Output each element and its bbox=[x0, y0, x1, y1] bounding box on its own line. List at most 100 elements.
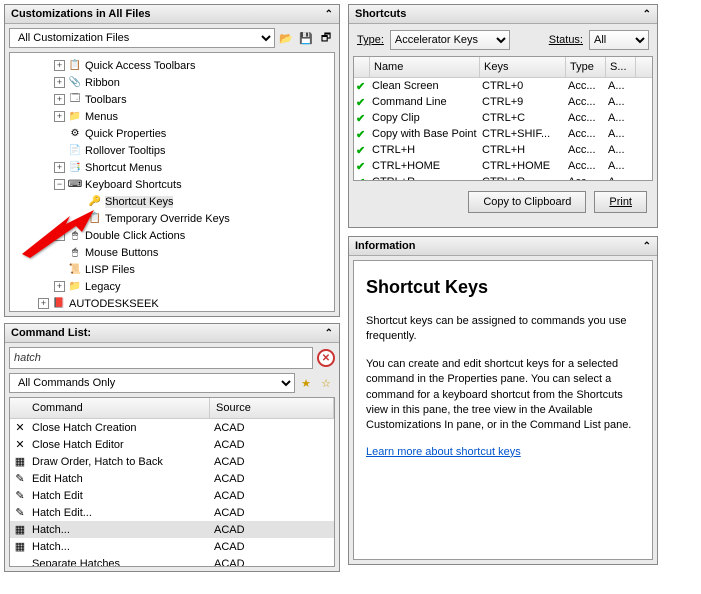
shortcut-row[interactable]: ✔Copy ClipCTRL+CAcc...A... bbox=[354, 110, 652, 126]
collapse-icon[interactable]: ⌃ bbox=[325, 9, 333, 20]
tree-label: LISP Files bbox=[85, 264, 135, 276]
copy-clipboard-button[interactable]: Copy to Clipboard bbox=[468, 191, 586, 213]
tree-item[interactable]: +📁Menus bbox=[10, 108, 334, 125]
shortcut-row[interactable]: ✔Command LineCTRL+9Acc...A... bbox=[354, 94, 652, 110]
tree-item[interactable]: 📜LISP Files bbox=[10, 261, 334, 278]
command-row[interactable]: ✎Hatch EditACAD bbox=[10, 487, 334, 504]
customizations-title: Customizations in All Files bbox=[11, 8, 151, 20]
expand-icon[interactable]: − bbox=[54, 179, 65, 190]
tree-item[interactable]: +🖱Double Click Actions bbox=[10, 227, 334, 244]
shortcuts-table[interactable]: Name Keys Type S... ✔Clean ScreenCTRL+0A… bbox=[353, 56, 653, 181]
command-row[interactable]: ▦Draw Order, Hatch to BackACAD bbox=[10, 453, 334, 470]
command-row[interactable]: ✕Close Hatch CreationACAD bbox=[10, 419, 334, 436]
sc-type: Acc... bbox=[566, 96, 606, 108]
save-icon[interactable]: 💾 bbox=[297, 29, 315, 47]
shortcut-row[interactable]: ✔CTRL+HCTRL+HAcc...A... bbox=[354, 142, 652, 158]
expand-icon[interactable]: + bbox=[38, 298, 49, 309]
open-icon[interactable]: 📂 bbox=[277, 29, 295, 47]
sc-name: CTRL+H bbox=[370, 144, 480, 156]
sc-name: Command Line bbox=[370, 96, 480, 108]
customization-tree[interactable]: +📋Quick Access Toolbars+📎Ribbon+🗔Toolbar… bbox=[9, 52, 335, 312]
customizations-panel: Customizations in All Files ⌃ All Custom… bbox=[4, 4, 340, 317]
tree-item[interactable]: 🔑Shortcut Keys bbox=[10, 193, 334, 210]
tree-label: Quick Access Toolbars bbox=[85, 60, 195, 72]
favorite-icon[interactable]: ★ bbox=[297, 374, 315, 392]
expand-icon[interactable]: + bbox=[54, 94, 65, 105]
tree-item[interactable]: +🗔Toolbars bbox=[10, 91, 334, 108]
status-dropdown[interactable]: All bbox=[589, 30, 649, 50]
type-dropdown[interactable]: Accelerator Keys bbox=[390, 30, 510, 50]
col-command[interactable]: Command bbox=[10, 398, 210, 418]
expand-icon[interactable]: + bbox=[54, 77, 65, 88]
tree-label: Keyboard Shortcuts bbox=[85, 179, 182, 191]
search-input[interactable] bbox=[9, 347, 313, 369]
tree-label: Temporary Override Keys bbox=[105, 213, 230, 225]
command-row[interactable]: ▦Hatch...ACAD bbox=[10, 538, 334, 555]
tree-item[interactable]: +📁Legacy bbox=[10, 278, 334, 295]
cmd-source: ACAD bbox=[210, 456, 334, 468]
cmd-name: Draw Order, Hatch to Back bbox=[30, 456, 210, 468]
command-row[interactable]: Separate HatchesACAD bbox=[10, 555, 334, 567]
expand-icon[interactable]: + bbox=[54, 111, 65, 122]
shortcut-row[interactable]: ✔Copy with Base PointCTRL+SHIF...Acc...A… bbox=[354, 126, 652, 142]
clear-search-icon[interactable]: ✕ bbox=[317, 349, 335, 367]
expand-icon[interactable]: + bbox=[54, 162, 65, 173]
customizations-header: Customizations in All Files ⌃ bbox=[5, 5, 339, 24]
tree-item[interactable]: +📋Quick Access Toolbars bbox=[10, 57, 334, 74]
tree-item[interactable]: ⚙Quick Properties bbox=[10, 125, 334, 142]
command-table[interactable]: Command Source ✕Close Hatch CreationACAD… bbox=[9, 397, 335, 567]
cmd-icon: ✎ bbox=[10, 506, 30, 519]
shortcuts-table-header[interactable]: Name Keys Type S... bbox=[354, 57, 652, 78]
shortcut-row[interactable]: ✔CTRL+HOMECTRL+HOMEAcc...A... bbox=[354, 158, 652, 174]
sc-type: Acc... bbox=[566, 144, 606, 156]
learn-more-link[interactable]: Learn more about shortcut keys bbox=[366, 446, 521, 458]
shortcuts-header: Shortcuts ⌃ bbox=[349, 5, 657, 24]
command-row[interactable]: ✎Edit HatchACAD bbox=[10, 470, 334, 487]
collapse-icon[interactable]: ⌃ bbox=[643, 241, 651, 252]
tree-item[interactable]: 📄Rollover Tooltips bbox=[10, 142, 334, 159]
expand-icon[interactable]: + bbox=[54, 281, 65, 292]
col-name[interactable]: Name bbox=[370, 57, 480, 77]
col-type[interactable]: Type bbox=[566, 57, 606, 77]
cmd-name: Edit Hatch bbox=[30, 473, 210, 485]
command-table-header[interactable]: Command Source bbox=[10, 398, 334, 419]
command-row[interactable]: ▦Hatch...ACAD bbox=[10, 521, 334, 538]
sc-src: A... bbox=[606, 112, 636, 124]
customization-files-dropdown[interactable]: All Customization Files bbox=[9, 28, 275, 48]
collapse-icon[interactable]: ⌃ bbox=[643, 9, 651, 20]
print-button[interactable]: Print bbox=[594, 191, 647, 213]
shortcuts-title: Shortcuts bbox=[355, 8, 406, 20]
tree-item[interactable]: 📋Temporary Override Keys bbox=[10, 210, 334, 227]
command-filter-dropdown[interactable]: All Commands Only bbox=[9, 373, 295, 393]
col-source[interactable]: S... bbox=[606, 57, 636, 77]
tree-item[interactable]: +📕AUTODESKSEEK bbox=[10, 295, 334, 312]
tree-label: AUTODESKSEEK bbox=[69, 298, 159, 310]
cmd-source: ACAD bbox=[210, 558, 334, 568]
tree-icon: 📕 bbox=[52, 297, 66, 311]
panels-icon[interactable]: 🗗 bbox=[317, 29, 335, 47]
sc-name: Clean Screen bbox=[370, 80, 480, 92]
cmd-icon: ✎ bbox=[10, 489, 30, 502]
type-label: Type: bbox=[357, 34, 384, 46]
collapse-icon[interactable]: ⌃ bbox=[325, 328, 333, 339]
new-favorite-icon[interactable]: ☆ bbox=[317, 374, 335, 392]
shortcut-row[interactable]: ✔CTRL+RCTRL+RAcc...A... bbox=[354, 174, 652, 181]
cmd-icon: ✎ bbox=[10, 472, 30, 485]
tree-item[interactable]: 🖱Mouse Buttons bbox=[10, 244, 334, 261]
command-row[interactable]: ✎Hatch Edit...ACAD bbox=[10, 504, 334, 521]
sc-src: A... bbox=[606, 160, 636, 172]
col-keys[interactable]: Keys bbox=[480, 57, 566, 77]
tree-icon: ⚙ bbox=[68, 127, 82, 141]
cmd-name: Hatch Edit... bbox=[30, 507, 210, 519]
command-list-header: Command List: ⌃ bbox=[5, 324, 339, 343]
tree-item[interactable]: −⌨Keyboard Shortcuts bbox=[10, 176, 334, 193]
info-paragraph: You can create and edit shortcut keys fo… bbox=[366, 357, 640, 434]
tree-item[interactable]: +📎Ribbon bbox=[10, 74, 334, 91]
tree-item[interactable]: +📑Shortcut Menus bbox=[10, 159, 334, 176]
expand-icon[interactable]: + bbox=[54, 60, 65, 71]
col-source[interactable]: Source bbox=[210, 398, 334, 418]
tree-icon: 📎 bbox=[68, 76, 82, 90]
expand-icon[interactable]: + bbox=[54, 230, 65, 241]
shortcut-row[interactable]: ✔Clean ScreenCTRL+0Acc...A... bbox=[354, 78, 652, 94]
command-row[interactable]: ✕Close Hatch EditorACAD bbox=[10, 436, 334, 453]
